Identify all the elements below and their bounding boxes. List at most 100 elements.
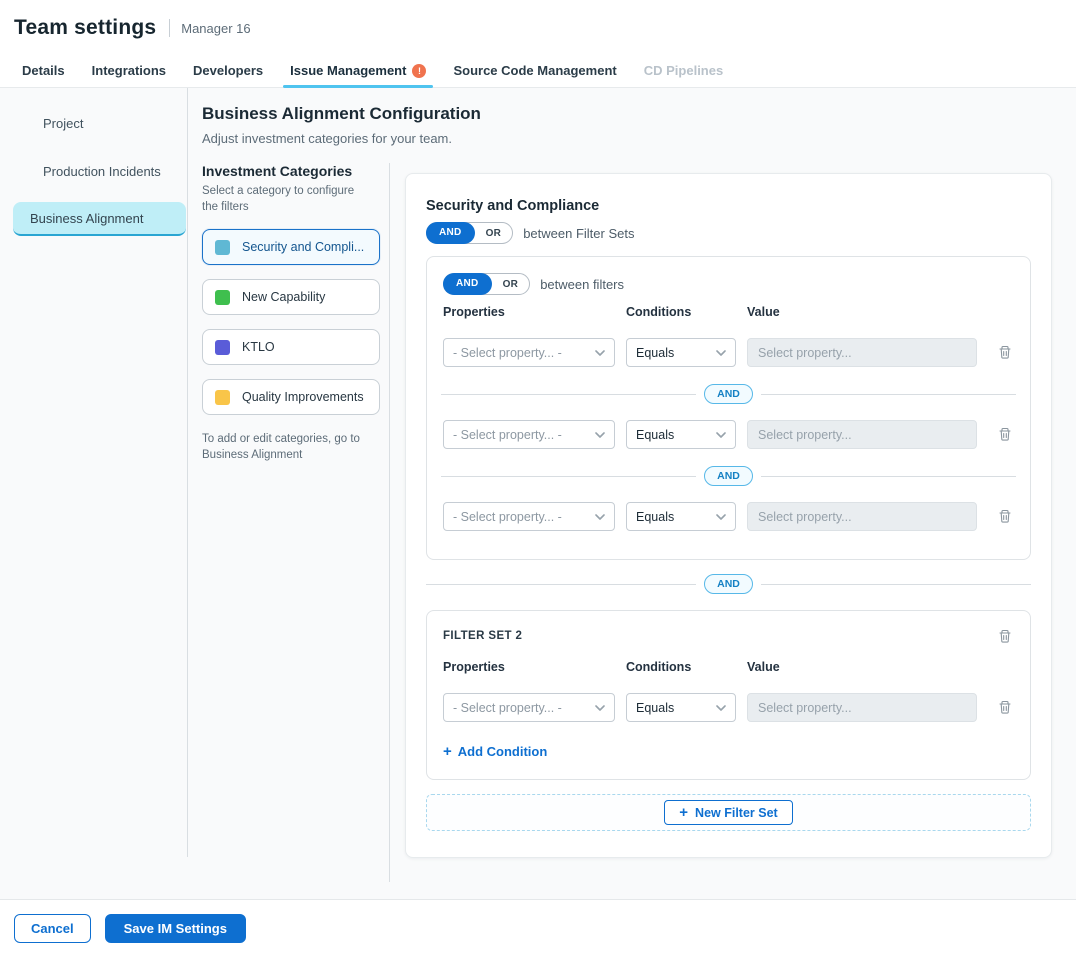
tab-source-code-management[interactable]: Source Code Management [449, 54, 620, 87]
chevron-down-icon [716, 432, 726, 438]
or-option[interactable]: OR [492, 279, 530, 290]
delete-filter-button[interactable] [996, 507, 1014, 526]
property-select-value: - Select property... - [453, 428, 562, 442]
value-input[interactable] [747, 693, 977, 722]
chevron-down-icon [716, 514, 726, 520]
filter-row: - Select property... - Equals [443, 693, 1014, 722]
tab-issue-management[interactable]: Issue Management ! [286, 54, 430, 87]
category-color-swatch [215, 290, 230, 305]
save-im-settings-button[interactable]: Save IM Settings [105, 914, 246, 943]
condition-select[interactable]: Equals [626, 693, 736, 722]
and-or-toggle-filters[interactable]: AND OR [443, 273, 530, 295]
and-option[interactable]: AND [426, 222, 475, 244]
operator-suffix-label: between filters [540, 277, 624, 292]
and-or-toggle-filter-sets[interactable]: AND OR [426, 222, 513, 244]
condition-select-value: Equals [636, 428, 674, 442]
conditions-column-header: Conditions [626, 305, 736, 319]
section-subtitle: Adjust investment categories for your te… [202, 131, 1052, 146]
and-connector-chip: AND [704, 384, 753, 404]
warning-badge-icon: ! [412, 64, 426, 78]
delete-filter-set-button[interactable] [996, 627, 1014, 646]
category-color-swatch [215, 390, 230, 405]
tab-details[interactable]: Details [18, 54, 69, 87]
filter-set-2: FILTER SET 2 Properties Conditions Value [426, 610, 1031, 780]
property-select[interactable]: - Select property... - [443, 693, 615, 722]
filter-sets-operator-row: AND OR between Filter Sets [426, 222, 1031, 244]
column-headers: Properties Conditions Value [443, 660, 1014, 674]
tab-developers[interactable]: Developers [189, 54, 267, 87]
chevron-down-icon [716, 705, 726, 711]
category-quality-improvements[interactable]: Quality Improvements [202, 379, 380, 415]
conditions-column-header: Conditions [626, 660, 736, 674]
chevron-down-icon [595, 350, 605, 356]
and-connector-chip: AND [704, 574, 753, 594]
new-filter-set-button[interactable]: + New Filter Set [664, 800, 792, 825]
or-option[interactable]: OR [475, 228, 513, 239]
selected-category-title: Security and Compliance [426, 198, 1031, 214]
properties-column-header: Properties [443, 660, 615, 674]
add-condition-button[interactable]: + Add Condition [443, 744, 547, 759]
property-select[interactable]: - Select property... - [443, 420, 615, 449]
filter-set-connector: AND [426, 574, 1031, 594]
property-select[interactable]: - Select property... - [443, 338, 615, 367]
content-area: Project Production Incidents Business Al… [0, 88, 1076, 900]
team-settings-page: Team settings Manager 16 Details Integra… [0, 0, 1076, 956]
category-filters-panel: Security and Compliance AND OR between F… [405, 173, 1052, 858]
tab-integrations[interactable]: Integrations [88, 54, 170, 87]
filters-operator-row: AND OR between filters [443, 273, 1014, 295]
condition-select[interactable]: Equals [626, 420, 736, 449]
sidebar-item-business-alignment[interactable]: Business Alignment [13, 202, 186, 236]
chevron-down-icon [595, 705, 605, 711]
delete-filter-button[interactable] [996, 425, 1014, 444]
condition-select[interactable]: Equals [626, 338, 736, 367]
delete-filter-button[interactable] [996, 698, 1014, 717]
operator-suffix-label: between Filter Sets [523, 226, 634, 241]
header-divider [169, 19, 170, 37]
property-select-value: - Select property... - [453, 510, 562, 524]
value-input[interactable] [747, 420, 977, 449]
value-column-header: Value [747, 305, 977, 319]
value-column-header: Value [747, 660, 977, 674]
categories-title: Investment Categories [202, 163, 379, 179]
new-filter-set-label: New Filter Set [695, 806, 778, 820]
add-condition-label: Add Condition [458, 744, 548, 759]
tab-label: Issue Management [290, 63, 406, 78]
cancel-button[interactable]: Cancel [14, 914, 91, 943]
filter-connector: AND [441, 466, 1016, 486]
actions-footer: Cancel Save IM Settings [0, 900, 1076, 956]
filter-row: - Select property... - Equals [443, 338, 1014, 367]
condition-select[interactable]: Equals [626, 502, 736, 531]
category-label: Quality Improvements [242, 390, 364, 404]
tab-label: Source Code Management [453, 63, 616, 78]
trash-icon [998, 509, 1012, 524]
sidebar-item-label: Project [43, 116, 83, 131]
column-headers: Properties Conditions Value [443, 305, 1014, 319]
sidebar-item-label: Production Incidents [43, 164, 161, 179]
plus-icon: + [679, 805, 688, 820]
category-ktlo[interactable]: KTLO [202, 329, 380, 365]
and-option[interactable]: AND [443, 273, 492, 295]
category-new-capability[interactable]: New Capability [202, 279, 380, 315]
condition-select-value: Equals [636, 346, 674, 360]
business-alignment-main: Business Alignment Configuration Adjust … [188, 88, 1076, 899]
property-select[interactable]: - Select property... - [443, 502, 615, 531]
trash-icon [998, 427, 1012, 442]
property-select-value: - Select property... - [453, 701, 562, 715]
filter-set-title: FILTER SET 2 [443, 627, 522, 642]
team-name-label: Manager 16 [181, 21, 250, 36]
page-header: Team settings Manager 16 [0, 0, 1076, 54]
value-input[interactable] [747, 502, 977, 531]
tab-label: Developers [193, 63, 263, 78]
value-input[interactable] [747, 338, 977, 367]
category-label: Security and Compli... [242, 240, 364, 254]
page-title: Team settings [14, 16, 156, 40]
delete-filter-button[interactable] [996, 343, 1014, 362]
tab-label: Details [22, 63, 65, 78]
category-security-and-compliance[interactable]: Security and Compli... [202, 229, 380, 265]
filter-connector: AND [441, 384, 1016, 404]
sidebar-item-production-incidents[interactable]: Production Incidents [13, 154, 187, 188]
category-label: KTLO [242, 340, 275, 354]
settings-sidebar: Project Production Incidents Business Al… [0, 88, 188, 899]
sidebar-item-project[interactable]: Project [13, 106, 187, 140]
trash-icon [998, 700, 1012, 715]
